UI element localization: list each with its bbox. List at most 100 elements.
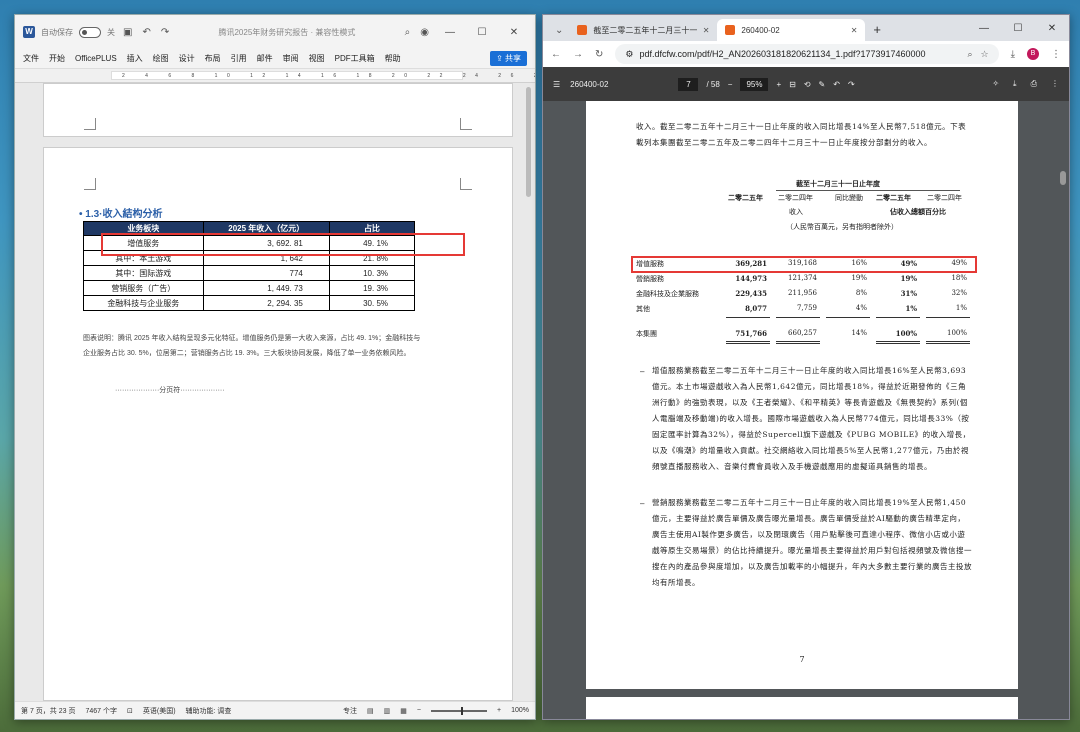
menu-view[interactable]: 视图 bbox=[309, 53, 325, 64]
focus-mode[interactable]: 专注 bbox=[343, 706, 357, 716]
back-icon[interactable]: ← bbox=[551, 49, 561, 60]
minimize-button[interactable]: — bbox=[437, 27, 463, 38]
menu-draw[interactable]: 绘图 bbox=[153, 53, 169, 64]
web-layout-icon[interactable]: ▦ bbox=[400, 707, 407, 715]
header-rule bbox=[776, 190, 960, 191]
pdf-next-page bbox=[586, 697, 1018, 719]
fit-page-icon[interactable]: ⊟ bbox=[789, 80, 796, 89]
close-button[interactable]: ✕ bbox=[501, 27, 527, 38]
tab-strip: ⌄ 截至二零二五年十二月三十一日 ✕ 260400-02 ✕ + — ☐ ✕ bbox=[543, 15, 1069, 41]
table-row[interactable]: 营销服务（广告） 1, 449. 73 19. 3% bbox=[83, 280, 416, 296]
menu-review[interactable]: 审阅 bbox=[283, 53, 299, 64]
page-previous[interactable] bbox=[43, 83, 513, 137]
profile-avatar[interactable]: B bbox=[1027, 48, 1039, 60]
address-bar[interactable]: ⚙ pdf.dfcfw.com/pdf/H2_AN202603181820621… bbox=[615, 44, 999, 64]
highlight-box bbox=[631, 256, 977, 273]
menu-design[interactable]: 设计 bbox=[179, 53, 195, 64]
redo-icon[interactable]: ↷ bbox=[848, 80, 855, 89]
close-button[interactable]: ✕ bbox=[1035, 23, 1069, 34]
print-layout-icon[interactable]: ▥ bbox=[384, 707, 391, 715]
horizontal-ruler[interactable]: 2 4 6 8 10 12 14 16 18 20 22 24 26 28 30… bbox=[15, 69, 535, 83]
intro-paragraph: 收入。截至二零二五年十二月三十一日止年度的收入同比增長14%至人民幣7,518億… bbox=[636, 122, 967, 147]
menu-officeplus[interactable]: OfficePLUS bbox=[75, 54, 117, 63]
zoom-icon[interactable]: ⌕ bbox=[967, 49, 972, 60]
pdf-title: 260400-02 bbox=[570, 79, 609, 89]
undo-icon[interactable]: ↶ bbox=[140, 27, 152, 38]
read-mode-icon[interactable]: ▤ bbox=[367, 707, 374, 715]
account-icon[interactable]: ◉ bbox=[418, 27, 431, 38]
bookmark-icon[interactable]: ☆ bbox=[981, 49, 989, 60]
vertical-scrollbar[interactable] bbox=[526, 87, 531, 197]
minimize-button[interactable]: — bbox=[967, 23, 1001, 34]
undo-icon[interactable]: ↶ bbox=[833, 80, 840, 89]
menu-icon[interactable]: ⋮ bbox=[1051, 49, 1061, 60]
vas-paragraph: 增值服務業務截至二零二五年十二月三十一日止年度的收入同比增長16%至人民幣3,6… bbox=[652, 366, 971, 471]
sidebar-menu-icon[interactable]: ☰ bbox=[553, 80, 560, 89]
zoom-out-icon[interactable]: − bbox=[728, 80, 733, 89]
document-area[interactable]: • 1.3·收入結构分析 业务板块 2025 年收入（亿元） 占比 增值服务 3,… bbox=[15, 83, 535, 701]
word-count[interactable]: 7467 个字 bbox=[85, 706, 117, 716]
tab-close-icon[interactable]: ✕ bbox=[851, 26, 858, 35]
tab-close-icon[interactable]: ✕ bbox=[703, 26, 710, 35]
bullet-dash: – bbox=[640, 499, 645, 508]
more-icon[interactable]: ⋮ bbox=[1051, 79, 1059, 89]
table-row[interactable]: 金融科技与企业服务 2, 294. 35 30. 5% bbox=[83, 295, 416, 311]
reload-icon[interactable]: ↻ bbox=[595, 49, 603, 60]
url-text: pdf.dfcfw.com/pdf/H2_AN20260318182062113… bbox=[639, 49, 926, 59]
ai-icon[interactable]: ✧ bbox=[992, 79, 999, 89]
page-break-marker: ···················分页符··················… bbox=[115, 387, 225, 394]
status-bar: 第 7 页，共 23 页 7467 个字 ⊡ 英语(美国) 辅助功能: 调查 专… bbox=[15, 701, 535, 719]
save-icon[interactable]: ▣ bbox=[121, 27, 134, 38]
browser-tab-active[interactable]: 260400-02 ✕ bbox=[717, 19, 866, 41]
total-rule bbox=[876, 341, 920, 344]
browser-tab[interactable]: 截至二零二五年十二月三十一日 ✕ bbox=[569, 19, 717, 41]
autosave-toggle[interactable] bbox=[79, 26, 101, 38]
pdf-scrollbar[interactable] bbox=[1060, 171, 1066, 185]
menu-insert[interactable]: 插入 bbox=[127, 53, 143, 64]
zoom-slider[interactable] bbox=[431, 706, 487, 715]
word-title-bar: W 自动保存 关 ▣ ↶ ↷ 腾讯2025年财务研究报告 · 兼容性模式 ⌕ ◉… bbox=[15, 15, 535, 49]
zoom-in-icon[interactable]: + bbox=[776, 80, 781, 89]
table-row[interactable]: 其中：国际游戏 774 10. 3% bbox=[83, 265, 416, 281]
forward-icon[interactable]: → bbox=[573, 49, 583, 60]
page-count[interactable]: 第 7 页，共 23 页 bbox=[21, 706, 75, 716]
menu-file[interactable]: 文件 bbox=[23, 53, 39, 64]
proofing-icon[interactable]: ⊡ bbox=[127, 707, 133, 715]
pdf-viewer[interactable]: 收入。截至二零二五年十二月三十一日止年度的收入同比增長14%至人民幣7,518億… bbox=[543, 101, 1069, 719]
maximize-button[interactable]: ☐ bbox=[1001, 23, 1035, 34]
page-number-input[interactable]: 7 bbox=[678, 77, 699, 91]
accessibility-status[interactable]: 辅助功能: 调查 bbox=[186, 706, 232, 716]
subtotal-rule bbox=[826, 317, 870, 318]
site-info-icon[interactable]: ⚙ bbox=[625, 49, 633, 60]
new-tab-button[interactable]: + bbox=[865, 22, 889, 41]
menu-references[interactable]: 引用 bbox=[231, 53, 247, 64]
share-button[interactable]: ⇪ 共享 bbox=[490, 51, 527, 66]
download-icon[interactable]: ⤓ bbox=[1011, 49, 1015, 60]
zoom-level[interactable]: 100% bbox=[511, 707, 529, 714]
menu-home[interactable]: 开始 bbox=[49, 53, 65, 64]
table-row: 金融科技及企業服務 229,435 211,956 8% 31% 32% bbox=[636, 289, 967, 298]
download-icon[interactable]: ⤓ bbox=[1013, 79, 1017, 89]
print-icon[interactable]: ⎙ bbox=[1031, 79, 1037, 89]
total-row: 本集團 751,766 660,257 14% 100% 100% bbox=[636, 329, 967, 338]
language[interactable]: 英语(美国) bbox=[143, 706, 176, 716]
menu-mailings[interactable]: 邮件 bbox=[257, 53, 273, 64]
zoom-input[interactable]: 95% bbox=[740, 77, 769, 91]
highlight-box bbox=[101, 233, 465, 256]
revenue-subheader: 收入 bbox=[789, 208, 803, 216]
pdf-page-number: 7 bbox=[799, 655, 805, 664]
menu-pdf-toolbox[interactable]: PDF工具箱 bbox=[335, 53, 375, 64]
subtotal-rule bbox=[876, 317, 920, 318]
maximize-button[interactable]: ☐ bbox=[469, 27, 495, 38]
document-title: 腾讯2025年财务研究报告 · 兼容性模式 bbox=[218, 27, 356, 37]
menu-layout[interactable]: 布局 bbox=[205, 53, 221, 64]
rotate-icon[interactable]: ⟲ bbox=[804, 80, 811, 89]
annotate-icon[interactable]: ✎ bbox=[819, 80, 826, 89]
menu-help[interactable]: 帮助 bbox=[385, 53, 401, 64]
autosave-state: 关 bbox=[107, 27, 115, 37]
zoom-out-icon[interactable]: − bbox=[417, 707, 421, 714]
tab-search-icon[interactable]: ⌄ bbox=[549, 25, 569, 41]
redo-icon[interactable]: ↷ bbox=[159, 27, 171, 38]
search-icon[interactable]: ⌕ bbox=[403, 27, 413, 38]
zoom-in-icon[interactable]: + bbox=[497, 707, 501, 714]
